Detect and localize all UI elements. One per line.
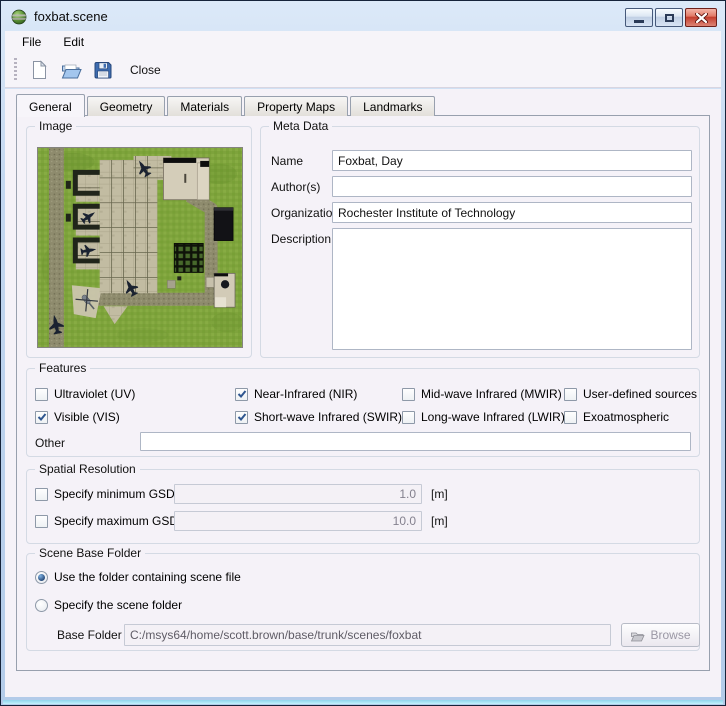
features-groupbox: Features Ultraviolet (UV) Visible (VIS) … [26,361,700,457]
tab-property-maps[interactable]: Property Maps [244,96,349,116]
close-scene-button[interactable]: Close [120,55,171,85]
authors-label: Author(s) [271,180,321,194]
scene-base-folder-groupbox: Scene Base Folder Use the folder contain… [26,546,700,651]
features-group-title: Features [35,361,91,375]
tab-geometry[interactable]: Geometry [86,96,166,116]
browse-button[interactable]: Browse [621,623,700,647]
description-label: Description [271,232,332,246]
use-scene-file-folder-label: Use the folder containing scene file [54,570,241,584]
check-mark-icon [237,413,246,421]
titlebar[interactable]: foxbat.scene [2,2,724,31]
metadata-group-title: Meta Data [269,119,333,133]
tab-materials[interactable]: Materials [167,96,243,116]
exoatmospheric-checkbox[interactable] [564,410,577,424]
client-area: General Geometry Materials Property Maps… [5,89,721,697]
specify-scene-folder-label: Specify the scene folder [54,598,183,612]
exoatmospheric-label: Exoatmospheric [583,410,670,424]
authors-field[interactable] [332,176,692,197]
spatial-resolution-group-title: Spatial Resolution [35,462,140,476]
swir-checkbox-label: Short-wave Infrared (SWIR) [254,410,403,424]
mwir-checkbox-label: Mid-wave Infrared (MWIR) [421,387,562,401]
max-gsd-field[interactable] [174,511,422,531]
scene-preview-image [37,147,243,348]
lwir-checkbox[interactable] [402,410,415,424]
browse-folder-icon [631,632,646,641]
save-scene-button[interactable] [88,55,118,85]
name-field[interactable] [332,150,692,171]
min-gsd-label: Specify minimum GSD [54,487,175,501]
check-mark-icon [237,390,246,398]
max-gsd-unit: [m] [431,514,448,528]
minimize-button[interactable] [625,8,653,27]
close-button[interactable] [685,8,717,27]
menu-file[interactable]: File [13,33,50,51]
uv-checkbox-label: Ultraviolet (UV) [54,387,136,401]
tab-general[interactable]: General [16,94,85,117]
name-label: Name [271,154,304,168]
toolbar-grip-handle[interactable] [14,57,17,82]
maximize-button[interactable] [655,8,683,27]
mwir-checkbox[interactable] [402,387,415,401]
radio-dot-icon [38,573,45,581]
image-group-title: Image [35,119,77,133]
tab-bar: General Geometry Materials Property Maps… [16,94,437,117]
new-scene-button[interactable] [24,55,54,85]
image-groupbox: Image [26,119,252,358]
minimize-icon [634,20,644,23]
general-tab-page: Image Meta Data Name Foxbat, Day Author(… [16,115,710,671]
tab-landmarks[interactable]: Landmarks [350,96,436,116]
description-field[interactable] [332,228,692,350]
organization-label: Organization [271,206,340,220]
open-scene-button[interactable] [56,55,86,85]
app-icon [11,9,27,25]
close-icon [694,12,708,23]
toolbar: Close [5,52,721,88]
other-label: Other [35,436,66,450]
window-title: foxbat.scene [34,9,108,24]
nir-checkbox-label: Near-Infrared (NIR) [254,387,358,401]
min-gsd-field[interactable] [174,484,422,504]
base-folder-label: Base Folder [57,628,122,642]
window-controls [625,8,717,27]
other-field[interactable] [140,432,691,451]
browse-button-label: Browse [650,628,691,642]
organization-field[interactable] [332,202,692,223]
uv-checkbox[interactable] [35,387,48,401]
new-document-icon [33,59,47,79]
max-gsd-label: Specify maximum GSD [54,514,179,528]
metadata-groupbox: Meta Data Name Author(s) Organization De… [260,119,700,358]
app-window: foxbat.scene File Edit Close General Geo… [0,0,726,706]
min-gsd-checkbox[interactable] [35,487,48,501]
spatial-resolution-groupbox: Spatial Resolution Specify minimum GSD [… [26,462,700,544]
maximize-icon [664,13,674,22]
vis-checkbox[interactable] [35,410,48,424]
swir-checkbox[interactable] [235,410,248,424]
save-disk-icon [94,61,112,78]
max-gsd-checkbox[interactable] [35,514,48,528]
use-scene-file-folder-radio[interactable] [35,570,48,584]
check-mark-icon [37,413,46,421]
menu-edit[interactable]: Edit [54,33,93,51]
user-defined-sources-label: User-defined sources [583,387,698,401]
lwir-checkbox-label: Long-wave Infrared (LWIR) [421,410,565,424]
base-folder-field[interactable] [124,624,611,646]
window-bottom-highlight [3,700,723,704]
vis-checkbox-label: Visible (VIS) [54,410,120,424]
scene-base-folder-group-title: Scene Base Folder [35,546,146,560]
user-defined-sources-checkbox[interactable] [564,387,577,401]
min-gsd-unit: [m] [431,487,448,501]
nir-checkbox[interactable] [235,387,248,401]
specify-scene-folder-radio[interactable] [35,598,48,612]
menubar: File Edit [5,31,721,52]
open-folder-icon [61,64,82,78]
